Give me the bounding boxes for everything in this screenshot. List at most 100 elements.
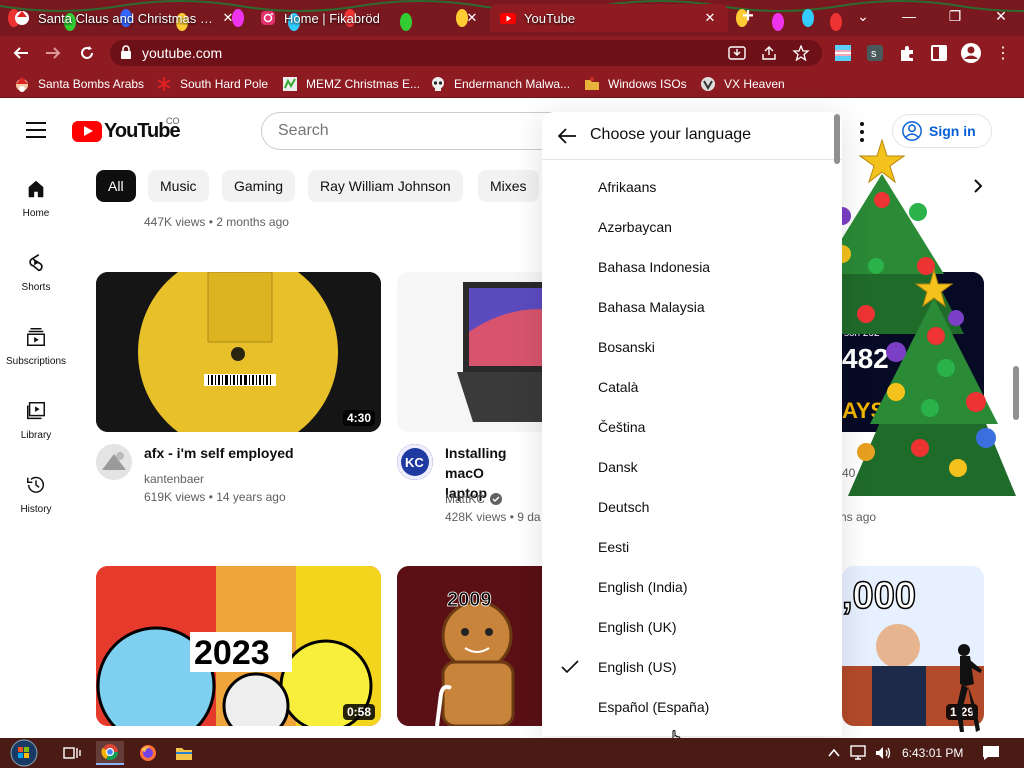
youtube-logo[interactable]: YouTube CO [72, 116, 181, 143]
language-option-catala[interactable]: Català [542, 367, 834, 407]
sidebar-label: Home [22, 208, 50, 219]
chip-mixes[interactable]: Mixes [478, 170, 539, 202]
back-arrow-icon[interactable] [556, 125, 578, 147]
taskbar-file-explorer[interactable] [170, 741, 198, 765]
taskbar-chrome[interactable] [96, 741, 124, 765]
home-icon [28, 180, 44, 198]
tab-close-icon[interactable]: ✕ [702, 10, 718, 26]
video-thumbnail[interactable]: 2023 0:58 [96, 566, 381, 726]
youtube-icon [500, 13, 516, 24]
sidebar-item-subscriptions[interactable]: Subscriptions [0, 312, 72, 382]
firefox-icon [140, 745, 156, 761]
page-scrollbar[interactable] [1013, 366, 1019, 420]
language-label: Dansk [598, 459, 638, 475]
check-slot [542, 687, 598, 727]
folder-icon [585, 77, 599, 90]
bookmark-santa-bombs-arabs[interactable]: Santa Bombs Arabs [14, 75, 144, 93]
search-input[interactable] [278, 122, 538, 140]
bookmark-label: Windows ISOs [608, 77, 687, 91]
guide-menu-icon[interactable] [26, 122, 46, 138]
language-option-afrikaans[interactable]: Afrikaans [542, 167, 834, 207]
language-option-dansk[interactable]: Dansk [542, 447, 834, 487]
language-option-bahasa-malaysia[interactable]: Bahasa Malaysia [542, 287, 834, 327]
chip-ray-william-johnson[interactable]: Ray William Johnson [308, 170, 463, 202]
thumbnail-text: 2009 [447, 589, 492, 611]
share-icon[interactable] [760, 45, 778, 61]
bookmark-memz-christmas[interactable]: MEMZ Christmas E... [282, 75, 420, 93]
start-button[interactable] [6, 738, 42, 768]
bookmark-endermanch-malware[interactable]: Endermanch Malwa... [430, 75, 570, 93]
language-label: Eesti [598, 539, 630, 555]
chevron-up-icon[interactable] [828, 747, 840, 759]
language-label: Azərbaycan [598, 219, 672, 235]
sidebar-item-home[interactable]: Home [0, 164, 72, 234]
sidebar-item-shorts[interactable]: Shorts [0, 238, 72, 308]
video-duration: 0:58 [342, 704, 375, 720]
check-slot [542, 207, 598, 247]
volume-icon[interactable] [874, 745, 892, 761]
channel-avatar[interactable]: KC [397, 444, 433, 480]
extension-s-icon[interactable]: s [866, 44, 884, 62]
language-option-english-uk[interactable]: English (UK) [542, 607, 834, 647]
channel-avatar[interactable] [96, 444, 132, 480]
bookmark-windows-isos[interactable]: Windows ISOs [584, 75, 687, 93]
extension-flag-icon[interactable] [834, 44, 852, 62]
language-menu: Choose your language Afrikaans Azərbayca… [542, 112, 842, 736]
snowflake-icon [157, 77, 171, 91]
close-window-button[interactable]: ✕ [978, 0, 1024, 32]
chip-all[interactable]: All [96, 170, 136, 202]
bookmark-star-icon[interactable] [792, 45, 810, 61]
back-button[interactable] [8, 41, 34, 65]
extensions-puzzle-icon[interactable] [898, 44, 916, 62]
bookmark-south-hard-pole[interactable]: South Hard Pole [156, 75, 268, 93]
video-thumbnail[interactable]: 4:30 [96, 272, 381, 432]
profile-avatar-icon[interactable] [960, 42, 982, 64]
language-option-deutsch[interactable]: Deutsch [542, 487, 834, 527]
instagram-icon [261, 11, 275, 25]
video-channel-name[interactable]: kantenbaer [144, 472, 204, 486]
notification-center-icon[interactable] [982, 745, 1000, 761]
language-option-azerbaycan[interactable]: Azərbaycan [542, 207, 834, 247]
language-label: Español (España) [598, 699, 710, 715]
tab-search-icon[interactable]: ⌄ [840, 0, 886, 32]
language-option-bahasa-indonesia[interactable]: Bahasa Indonesia [542, 247, 834, 287]
install-app-icon[interactable] [728, 45, 746, 61]
network-icon[interactable] [850, 745, 868, 761]
language-option-espanol-espana[interactable]: Español (España) [542, 687, 834, 727]
tab-close-icon[interactable]: ✕ [220, 10, 236, 26]
bookmark-label: Santa Bombs Arabs [38, 77, 145, 91]
tab-close-icon[interactable]: ✕ [464, 10, 480, 26]
tab-fikabrod[interactable]: Home | Fikabröd ✕ [250, 4, 490, 32]
check-slot [542, 647, 598, 687]
dancer-silhouette-decoration [956, 644, 982, 732]
tab-santa-claus[interactable]: Santa Claus and Christmas at the ✕ [4, 4, 246, 32]
reload-button[interactable] [74, 41, 100, 65]
new-tab-button[interactable]: + [734, 0, 762, 32]
task-view-button[interactable] [58, 741, 86, 765]
sidebar-item-history[interactable]: History [0, 460, 72, 530]
taskbar-firefox[interactable] [134, 741, 162, 765]
video-title[interactable]: afx - i'm self employed [144, 443, 374, 463]
sidebar-item-library[interactable]: Library [0, 386, 72, 456]
forward-button[interactable] [40, 41, 66, 65]
system-clock[interactable]: 6:43:01 PM [902, 746, 963, 760]
language-label: Bosanski [598, 339, 655, 355]
language-option-bosanski[interactable]: Bosanski [542, 327, 834, 367]
address-bar[interactable]: youtube.com [110, 40, 822, 66]
tab-youtube[interactable]: YouTube ✕ [490, 4, 728, 32]
language-menu-scrollbar[interactable] [834, 114, 840, 164]
bookmark-vx-heaven[interactable]: VX Heaven [700, 75, 785, 93]
language-option-english-india[interactable]: English (India) [542, 567, 834, 607]
chip-music[interactable]: Music [148, 170, 209, 202]
bookmarks-bar: Santa Bombs Arabs South Hard Pole MEMZ C… [0, 70, 1024, 98]
language-option-cestina[interactable]: Čeština [542, 407, 834, 447]
chip-gaming[interactable]: Gaming [222, 170, 296, 202]
minimize-button[interactable]: — [886, 0, 932, 32]
side-panel-icon[interactable] [930, 44, 948, 62]
language-option-eesti[interactable]: Eesti [542, 527, 834, 567]
chrome-menu-button[interactable]: ⋮ [990, 41, 1016, 65]
restore-button[interactable]: ❐ [932, 0, 978, 32]
language-option-english-us[interactable]: English (US) [542, 647, 834, 687]
library-icon [27, 402, 45, 420]
video-channel-name[interactable]: MattKC [445, 492, 503, 506]
